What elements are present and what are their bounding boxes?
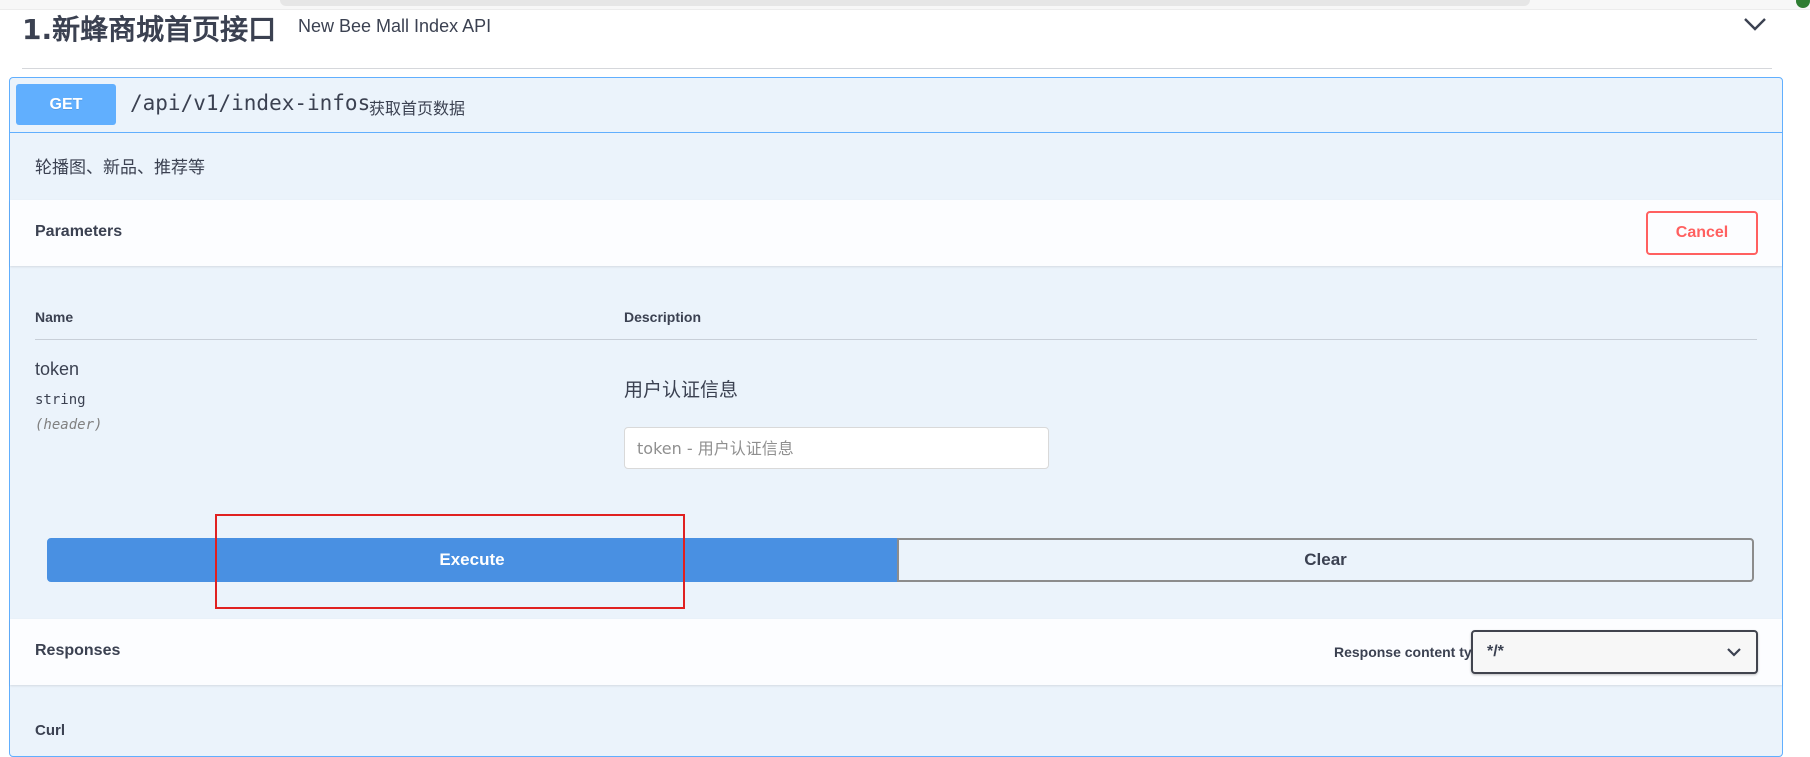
chevron-down-icon [1727,648,1741,657]
chevron-down-icon[interactable] [1740,12,1770,36]
tag-description: New Bee Mall Index API [298,16,492,36]
parameter-location: (header) [35,417,103,433]
parameters-title: Parameters [35,223,123,240]
column-name-header: Name [35,309,74,325]
operation-summary[interactable]: GET /api/v1/index-infos 获取首页数据 [10,78,1782,133]
tag-section-header[interactable]: 1.新蜂商城首页接口 New Bee Mall Index API [22,0,1772,69]
responses-title: Responses [35,642,121,659]
column-description-header: Description [624,309,702,325]
response-content-type-select[interactable]: */* [1471,630,1758,674]
content-type-selected-value: */* [1487,643,1504,660]
parameter-name: token [35,359,80,379]
tag-title: 1.新蜂商城首页接口 [22,13,277,46]
token-input[interactable] [624,427,1049,469]
response-content-type-label: Response content type [1333,644,1488,660]
cancel-button[interactable]: Cancel [1646,211,1758,255]
operation-summary-description: 获取首页数据 [369,99,466,118]
execute-button[interactable]: Execute [47,538,897,582]
clear-button[interactable]: Clear [897,538,1754,582]
curl-label: Curl [35,722,65,739]
parameter-type: string [35,392,86,408]
parameters-table-header: Name Description [35,300,1757,340]
parameter-description: 用户认证信息 [624,379,739,401]
parameters-header: Parameters Cancel [10,200,1782,266]
operation-block-get: GET /api/v1/index-infos 获取首页数据 轮播图、新品、推荐… [9,77,1783,757]
operation-description: 轮播图、新品、推荐等 [35,158,205,178]
status-dot-icon [1796,0,1810,8]
responses-header: Responses Response content type */* [10,619,1782,685]
http-method-badge: GET [16,84,116,125]
operation-path: /api/v1/index-infos [130,91,371,115]
